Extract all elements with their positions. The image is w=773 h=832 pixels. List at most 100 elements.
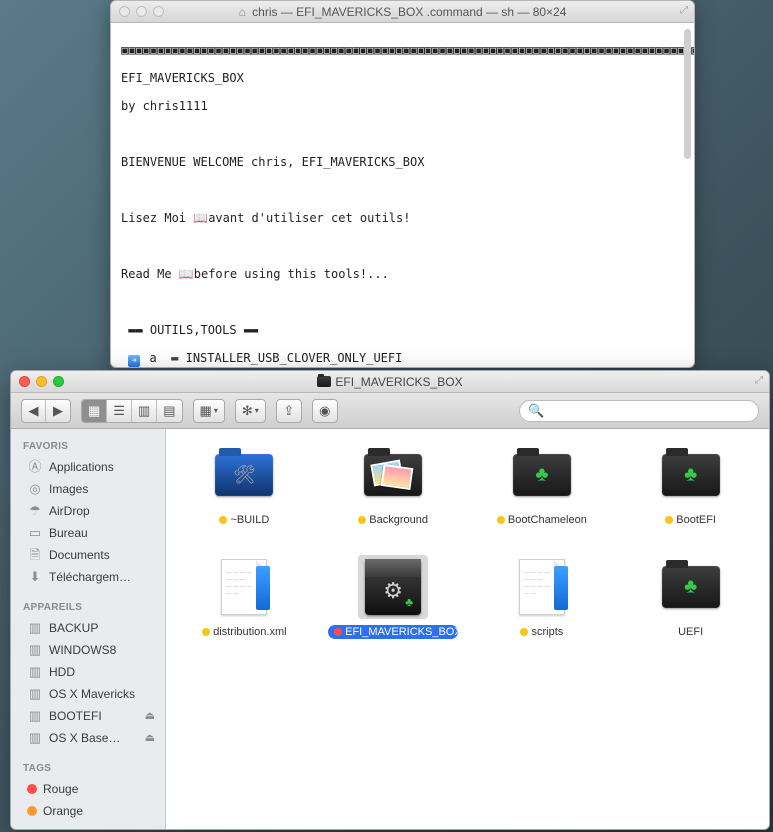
document-icon: ─ ─ ─ ── ─ ── ─ ─ ── ─: [519, 559, 565, 615]
sidebar-item[interactable]: ▥ OS X Base… ⏏: [11, 727, 165, 749]
folder-icon: ♣: [662, 454, 720, 496]
grid-icon: ▦: [88, 404, 100, 417]
gears-icon: ⚙: [383, 578, 403, 604]
terminal-line: [121, 239, 684, 253]
sidebar-tag-item[interactable]: Rouge: [11, 778, 165, 800]
sidebar-item-label: Téléchargem…: [49, 568, 131, 586]
view-list-button[interactable]: ☰: [107, 400, 132, 422]
terminal-line: BIENVENUE WELCOME chris, EFI_MAVERICKS_B…: [121, 155, 684, 169]
download-icon: ⬇: [27, 569, 43, 585]
sidebar-item[interactable]: ▥BOOTEFI⏏: [11, 705, 165, 727]
hammer-icon: 🛠: [233, 465, 256, 486]
item-label: BootChameleon: [491, 513, 593, 527]
finder-sidebar: FAVORIS ⒶApplications◎Images☂AirDrop▭Bur…: [11, 429, 166, 829]
finder-window: EFI_MAVERICKS_BOX ⤢ ◀ ▶ ▦ ☰ ▥ ▤ ▦▾ ✻▾ ⇪ …: [10, 370, 770, 830]
view-columns-button[interactable]: ▥: [132, 400, 157, 422]
sidebar-tag-item[interactable]: Orange: [11, 800, 165, 822]
terminal-line: Read Me 📖before using this tools!...: [121, 267, 684, 281]
finder-item[interactable]: ♣ BootChameleon: [468, 443, 617, 527]
finder-item[interactable]: ♣ BootEFI: [616, 443, 765, 527]
folder-icon: [317, 376, 331, 387]
tag-dot-icon: [219, 516, 227, 524]
fullscreen-icon[interactable]: ⤢: [755, 375, 763, 386]
desktop-icon: ▭: [27, 525, 43, 541]
terminal-option-line: ➔ a ▬ INSTALLER_USB_CLOVER_ONLY_UEFI: [121, 351, 684, 367]
view-coverflow-button[interactable]: ▤: [157, 400, 181, 422]
sidebar-item[interactable]: ⒶApplications: [11, 456, 165, 478]
hdd-icon: ▥: [27, 730, 43, 746]
doc-icon: 🗎: [27, 547, 43, 563]
camera-icon: ◎: [27, 481, 43, 497]
tags-button[interactable]: ◉: [313, 400, 337, 422]
sidebar-item-label: OS X Mavericks: [49, 685, 135, 703]
forward-button[interactable]: ▶: [46, 400, 70, 422]
finder-item[interactable]: Background: [319, 443, 468, 527]
sidebar-item-label: BACKUP: [49, 619, 98, 637]
share-button[interactable]: ⇪: [277, 400, 301, 422]
sidebar-item-label: AirDrop: [49, 502, 90, 520]
item-icon-wrap: ⚙♣: [358, 555, 428, 619]
eject-icon[interactable]: ⏏: [145, 707, 155, 725]
item-icon-wrap: ♣: [656, 555, 726, 619]
item-label: scripts: [514, 625, 569, 639]
chevron-left-icon: ◀: [29, 404, 39, 417]
arrange-button[interactable]: ▦▾: [194, 400, 224, 422]
finder-item[interactable]: ♣ UEFI: [616, 555, 765, 639]
search-input[interactable]: [548, 405, 750, 417]
item-label: ~BUILD: [213, 513, 275, 527]
sidebar-item-label: OS X Base…: [49, 729, 120, 747]
sidebar-item[interactable]: ◎Images: [11, 478, 165, 500]
folder-icon: ♣: [513, 454, 571, 496]
sidebar-item[interactable]: ▥OS X Mavericks: [11, 683, 165, 705]
sidebar-item-label: Applications: [49, 458, 114, 476]
finder-content[interactable]: 🛠 ~BUILD Background ♣ BootChameleon ♣ BootEFI ─…: [166, 429, 769, 829]
sidebar-item[interactable]: ▥WINDOWS8: [11, 639, 165, 661]
share-group: ⇪: [276, 399, 302, 423]
arrange-group: ▦▾: [193, 399, 225, 423]
tag-dot-icon: [202, 628, 210, 636]
sidebar-item[interactable]: 🗎Documents: [11, 544, 165, 566]
finder-item[interactable]: ⚙♣ EFI_MAVERICKS_BOX: [319, 555, 468, 639]
terminal-body[interactable]: ▣▣▣▣▣▣▣▣▣▣▣▣▣▣▣▣▣▣▣▣▣▣▣▣▣▣▣▣▣▣▣▣▣▣▣▣▣▣▣▣…: [111, 23, 694, 367]
finder-titlebar[interactable]: EFI_MAVERICKS_BOX ⤢: [11, 371, 769, 393]
folder-icon: [364, 454, 422, 496]
sidebar-item[interactable]: ▥HDD: [11, 661, 165, 683]
view-icons-button[interactable]: ▦: [82, 400, 107, 422]
item-icon-wrap: ♣: [507, 443, 577, 507]
sidebar-item-label: Rouge: [43, 780, 78, 798]
back-button[interactable]: ◀: [22, 400, 46, 422]
finder-item[interactable]: 🛠 ~BUILD: [170, 443, 319, 527]
search-icon: 🔍: [528, 404, 544, 417]
fullscreen-icon[interactable]: ⤢: [680, 5, 688, 16]
tag-dot-icon: [334, 628, 342, 636]
item-icon-wrap: ─ ─ ─ ── ─ ── ─ ─ ── ─: [209, 555, 279, 619]
sidebar-item[interactable]: ▭ Bureau: [11, 522, 165, 544]
sidebar-item-label: HDD: [49, 663, 75, 681]
sidebar-item[interactable]: ⬇ Téléchargem…: [11, 566, 165, 588]
terminal-titlebar[interactable]: ⌂ chris — EFI_MAVERICKS_BOX .command — s…: [111, 1, 694, 23]
sidebar-item-label: Orange: [43, 802, 83, 820]
home-icon: ⌂: [239, 5, 246, 19]
share-icon: ⇪: [283, 404, 294, 417]
sidebar-item[interactable]: ☂AirDrop: [11, 500, 165, 522]
finder-item[interactable]: ─ ─ ─ ── ─ ── ─ ─ ── ─ scripts: [468, 555, 617, 639]
search-field[interactable]: 🔍: [519, 400, 759, 422]
eject-icon[interactable]: ⏏: [145, 729, 155, 747]
item-label: Background: [352, 513, 434, 527]
action-button[interactable]: ✻▾: [236, 400, 265, 422]
folder-icon: ♣: [662, 566, 720, 608]
clover-icon: ♣: [684, 464, 697, 487]
terminal-line: [121, 183, 684, 197]
sidebar-item[interactable]: ▥BACKUP: [11, 617, 165, 639]
scrollbar[interactable]: [684, 29, 691, 159]
item-label: UEFI: [672, 625, 709, 639]
sidebar-item-label: Bureau: [49, 524, 88, 542]
gear-icon: ✻: [242, 404, 253, 417]
item-label: EFI_MAVERICKS_BOX: [328, 625, 458, 639]
terminal-window: ⌂ chris — EFI_MAVERICKS_BOX .command — s…: [110, 0, 695, 368]
item-label: BootEFI: [659, 513, 722, 527]
tag-dot-icon: [665, 516, 673, 524]
document-icon: ─ ─ ─ ── ─ ── ─ ─ ── ─: [221, 559, 267, 615]
finder-item[interactable]: ─ ─ ─ ── ─ ── ─ ─ ── ─distribution.xml: [170, 555, 319, 639]
sidebar-heading-tags: TAGS: [11, 759, 165, 778]
